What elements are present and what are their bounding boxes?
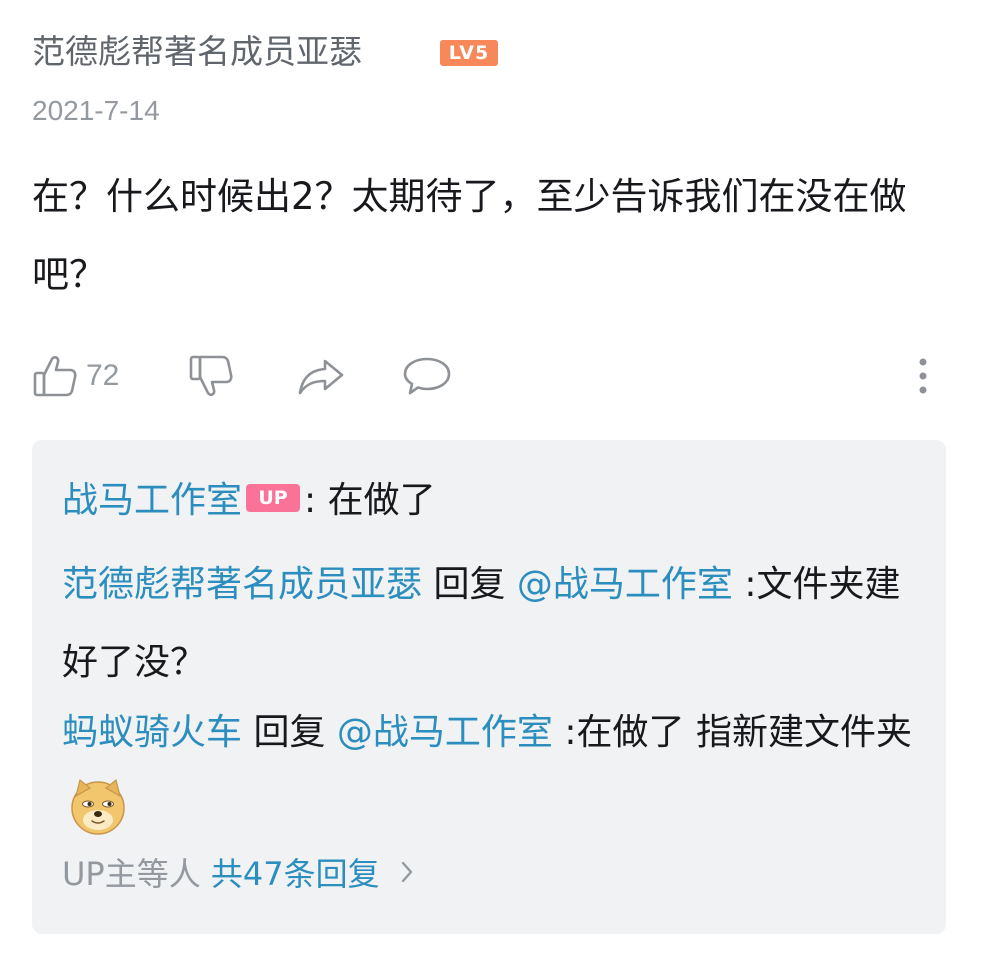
share-button[interactable] xyxy=(296,350,346,402)
reply-button[interactable] xyxy=(402,350,452,402)
like-button[interactable]: 72 xyxy=(32,350,119,402)
summary-who: UP主等人 xyxy=(62,855,201,893)
chevron-right-icon xyxy=(400,849,414,897)
reply-word: 回复 xyxy=(422,564,517,605)
reply-text: 在做了 xyxy=(327,480,436,521)
reply-author[interactable]: 蚂蚁骑火车 xyxy=(62,712,242,753)
comment-action-bar: 72 xyxy=(32,350,950,402)
doge-emoji-icon xyxy=(68,776,128,836)
reply-author[interactable]: 战马工作室 xyxy=(62,480,242,521)
reply-item: 战马工作室 UP: 在做了 xyxy=(62,462,922,540)
thumbs-up-icon xyxy=(32,353,78,399)
comment-text: 在？什么时候出2？太期待了，至少告诉我们在没在做吧？ xyxy=(32,175,907,296)
up-badge: UP xyxy=(246,484,301,512)
level-badge: LV5 xyxy=(440,40,498,66)
reply-author[interactable]: 范德彪帮著名成员亚瑟 xyxy=(62,564,422,605)
dislike-button[interactable] xyxy=(188,350,234,402)
comment-date: 2021-7-14 xyxy=(32,95,160,126)
more-vertical-icon xyxy=(916,353,930,399)
comment-bubble-icon xyxy=(402,353,452,399)
reply-word: 回复 xyxy=(242,712,337,753)
comment-username[interactable]: 范德彪帮著名成员亚瑟 xyxy=(32,30,362,74)
reply-mention[interactable]: @战马工作室 xyxy=(517,564,733,605)
thumbs-down-icon xyxy=(188,353,234,399)
reply-separator: : xyxy=(304,480,328,521)
reply-item: 范德彪帮著名成员亚瑟 回复 @战马工作室 :文件夹建好了没？ xyxy=(62,546,922,702)
view-all-replies-link[interactable]: UP主等人 共47条回复 xyxy=(62,850,414,900)
reply-item: 蚂蚁骑火车 回复 @战马工作室 :在做了 指新建文件夹 xyxy=(62,694,922,850)
reply-text: :在做了 指新建文件夹 xyxy=(552,712,912,753)
summary-count: 共47条回复 xyxy=(210,855,380,893)
like-count: 72 xyxy=(86,359,120,392)
more-options-button[interactable] xyxy=(916,350,930,402)
reply-mention[interactable]: @战马工作室 xyxy=(337,712,553,753)
reply-preview-panel[interactable]: 战马工作室 UP: 在做了 范德彪帮著名成员亚瑟 回复 @战马工作室 :文件夹建好… xyxy=(32,440,946,934)
share-icon xyxy=(296,353,346,399)
